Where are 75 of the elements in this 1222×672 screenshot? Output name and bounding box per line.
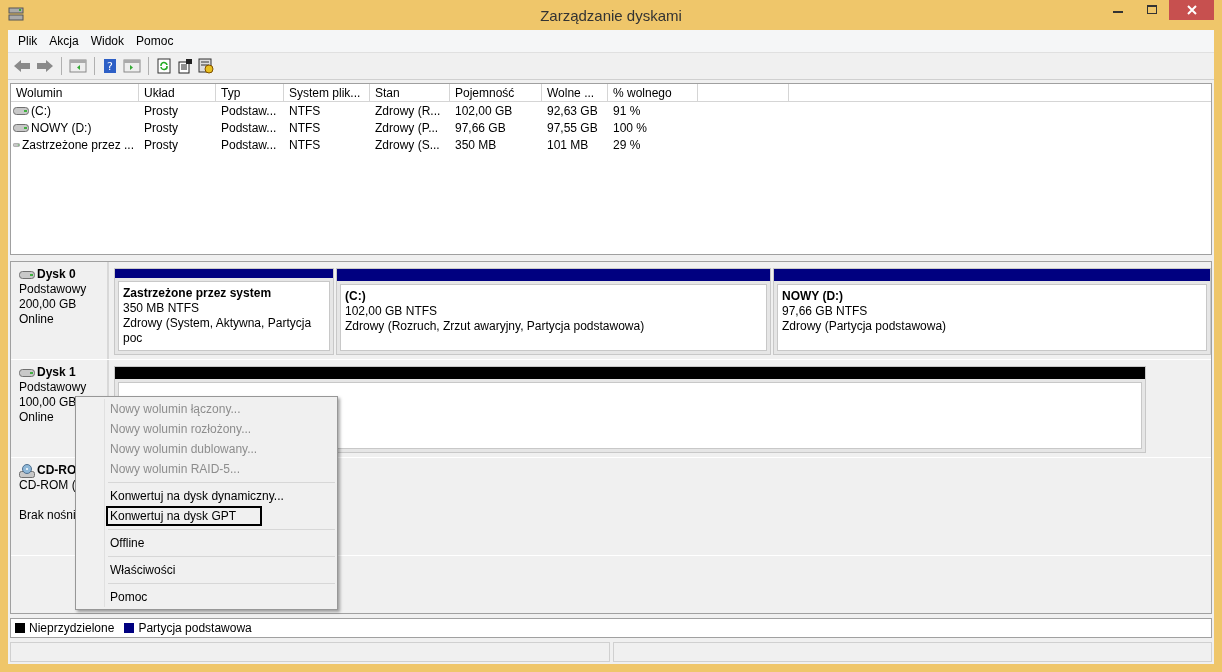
partition-status: Zdrowy (Partycja podstawowa)	[782, 319, 948, 334]
table-cell: 101 MB	[547, 137, 589, 152]
table-cell: Zdrowy (S...	[375, 137, 440, 152]
table-cell: Podstaw...	[221, 120, 277, 135]
partition-name: (C:)	[345, 289, 367, 304]
disk-drive-icon	[13, 122, 29, 133]
menu-item[interactable]: Pomoc	[106, 587, 335, 607]
properties-icon[interactable]	[176, 57, 194, 75]
table-cell: Zdrowy (R...	[375, 103, 441, 118]
table-cell: NTFS	[289, 120, 321, 135]
partition-status: Zdrowy (Rozruch, Zrzut awaryjny, Partycja podstawowa)	[345, 319, 646, 334]
disk-info: CD-ROM (	[19, 478, 77, 493]
table-cell: Podstaw...	[221, 103, 277, 118]
partition-name: NOWY (D:)	[782, 289, 845, 304]
cd-drive-icon	[19, 463, 35, 478]
disk-drive-icon	[19, 367, 35, 378]
menu-item[interactable]: Pomoc	[130, 34, 180, 48]
menu-item[interactable]: Właściwości	[106, 560, 335, 580]
partition-size: 97,66 GB NTFS	[782, 304, 869, 319]
table-cell: 92,63 GB	[547, 103, 598, 118]
legend-label: Partycja podstawowa	[138, 621, 252, 635]
partition-name: Zastrzeżone przez system	[123, 286, 273, 301]
maximize-icon	[1147, 5, 1157, 15]
table-cell: 100 %	[613, 120, 648, 135]
partition-size: 350 MB NTFS	[123, 301, 201, 316]
table-cell: Zastrzeżone przez ...	[21, 137, 134, 152]
menu-item[interactable]: Konwertuj na dysk GPT	[106, 506, 262, 526]
table-cell: 97,55 GB	[547, 120, 598, 135]
disk-info: Online	[19, 312, 55, 327]
disk-info: Brak nośni	[19, 508, 77, 523]
table-cell: 97,66 GB	[455, 120, 506, 135]
menu-item[interactable]: Akcja	[43, 34, 85, 48]
app-icon	[8, 6, 24, 22]
disk-info: Podstawowy	[19, 282, 88, 297]
table-cell: 102,00 GB	[455, 103, 513, 118]
table-cell: Prosty	[144, 103, 178, 118]
disk-info: Podstawowy	[19, 380, 88, 395]
forward-button[interactable]	[35, 57, 55, 75]
disk-name: Dysk 0	[37, 267, 76, 282]
menu-item[interactable]: Plik	[12, 34, 44, 48]
partition[interactable]: Zastrzeżone przez system 350 MB NTFS Zdrowy (System, Aktywna, Partycja poc	[114, 268, 334, 355]
table-cell: 350 MB	[455, 137, 497, 152]
window-title: Zarządzanie dyskami	[540, 6, 682, 24]
table-cell: 91 %	[613, 103, 641, 118]
table-cell: (C:)	[31, 103, 51, 118]
menu-item[interactable]: Offline	[106, 533, 335, 553]
close-button[interactable]	[1169, 0, 1214, 20]
disk-info: Online	[19, 410, 55, 425]
disk-name: Dysk 1	[37, 365, 76, 380]
partition-status: Zdrowy (System, Aktywna, Partycja poc	[123, 316, 313, 346]
table-cell: Prosty	[144, 120, 178, 135]
disk-info: 200,00 GB	[19, 297, 78, 312]
close-icon	[1186, 5, 1197, 15]
menu-item[interactable]: Widok	[84, 34, 131, 48]
disk-info: 100,00 GB	[19, 395, 78, 410]
back-button[interactable]	[12, 57, 32, 75]
menu-item[interactable]: Konwertuj na dysk dynamiczny...	[106, 486, 335, 506]
console-tree-icon[interactable]	[68, 57, 88, 75]
disk-drive-icon	[13, 105, 29, 116]
action-pane-icon[interactable]	[122, 57, 142, 75]
table-cell: NOWY (D:)	[31, 120, 92, 135]
table-cell: NTFS	[289, 103, 321, 118]
help-icon[interactable]: ?	[101, 57, 119, 75]
disk-name: CD-RO	[37, 463, 77, 478]
table-cell: Prosty	[144, 137, 178, 152]
partition[interactable]: (C:) 102,00 GB NTFS Zdrowy (Rozruch, Zrzut awaryjny, Partycja podstawowa)	[336, 268, 771, 355]
partition-size: 102,00 GB NTFS	[345, 304, 439, 319]
disk-drive-icon	[19, 269, 35, 280]
table-cell: NTFS	[289, 137, 321, 152]
legend-label: Nieprzydzielone	[29, 621, 115, 635]
table-cell: Zdrowy (P...	[375, 120, 439, 135]
table-cell: Podstaw...	[221, 137, 277, 152]
table-cell: 29 %	[613, 137, 641, 152]
settings-icon[interactable]	[197, 57, 215, 75]
partition[interactable]: NOWY (D:) 97,66 GB NTFS Zdrowy (Partycja podstawowa)	[773, 268, 1211, 355]
